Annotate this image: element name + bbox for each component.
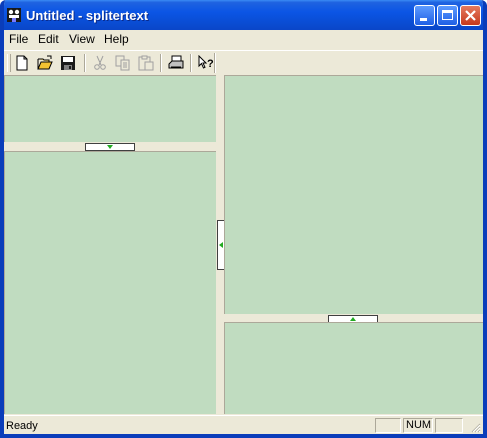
arrow-down-icon [107, 145, 113, 149]
vertical-splitter[interactable] [216, 75, 225, 414]
toolbar-separator [84, 54, 86, 72]
left-splitter-handle[interactable] [85, 143, 135, 151]
maximize-button[interactable] [437, 5, 458, 26]
right-top-pane[interactable] [224, 75, 483, 314]
new-button[interactable] [12, 53, 32, 73]
save-button[interactable] [58, 53, 78, 73]
toolbar-end-separator [214, 53, 216, 73]
open-folder-icon [37, 55, 53, 70]
right-horizontal-splitter[interactable] [224, 314, 483, 323]
right-bottom-pane[interactable] [224, 322, 483, 414]
app-figure-icon[interactable] [6, 7, 22, 23]
maximize-icon [442, 10, 453, 20]
copy-button[interactable] [113, 53, 133, 73]
save-disk-icon [61, 56, 75, 70]
app-window: Untitled - splitertext File Edit View He… [0, 0, 487, 438]
resize-grip-icon[interactable] [469, 420, 481, 433]
status-indicator-num: NUM [403, 418, 433, 433]
open-button[interactable] [35, 53, 55, 73]
new-document-icon [16, 55, 28, 71]
paste-button[interactable] [136, 53, 156, 73]
minimize-icon [420, 18, 427, 21]
help-pointer-icon: ? [198, 55, 214, 70]
menu-help[interactable]: Help [101, 32, 132, 46]
menu-bar: File Edit View Help [4, 30, 483, 49]
left-top-pane[interactable] [4, 75, 216, 142]
menu-edit[interactable]: Edit [35, 32, 62, 46]
paste-icon [138, 55, 154, 71]
print-button[interactable] [166, 53, 186, 73]
svg-text:?: ? [207, 58, 214, 70]
help-button[interactable]: ? [196, 53, 216, 73]
copy-icon [115, 55, 130, 71]
status-indicator-caps [375, 418, 401, 433]
cut-button[interactable] [90, 53, 110, 73]
minimize-button[interactable] [414, 5, 435, 26]
close-icon [465, 10, 476, 21]
left-bottom-pane[interactable] [4, 151, 216, 414]
title-bar[interactable]: Untitled - splitertext [4, 0, 483, 30]
close-button[interactable] [460, 5, 481, 26]
toolbar-grip[interactable] [7, 54, 11, 72]
cut-scissors-icon [94, 55, 106, 70]
left-horizontal-splitter[interactable] [4, 142, 216, 151]
toolbar-separator [160, 54, 162, 72]
toolbar: ? [4, 50, 483, 76]
menu-file[interactable]: File [6, 32, 31, 46]
status-text: Ready [6, 420, 38, 432]
print-icon [168, 55, 184, 69]
menu-view[interactable]: View [66, 32, 98, 46]
status-indicator-scroll [435, 418, 463, 433]
window-title: Untitled - splitertext [26, 8, 149, 23]
status-bar: Ready NUM [4, 415, 483, 434]
toolbar-separator [190, 54, 192, 72]
